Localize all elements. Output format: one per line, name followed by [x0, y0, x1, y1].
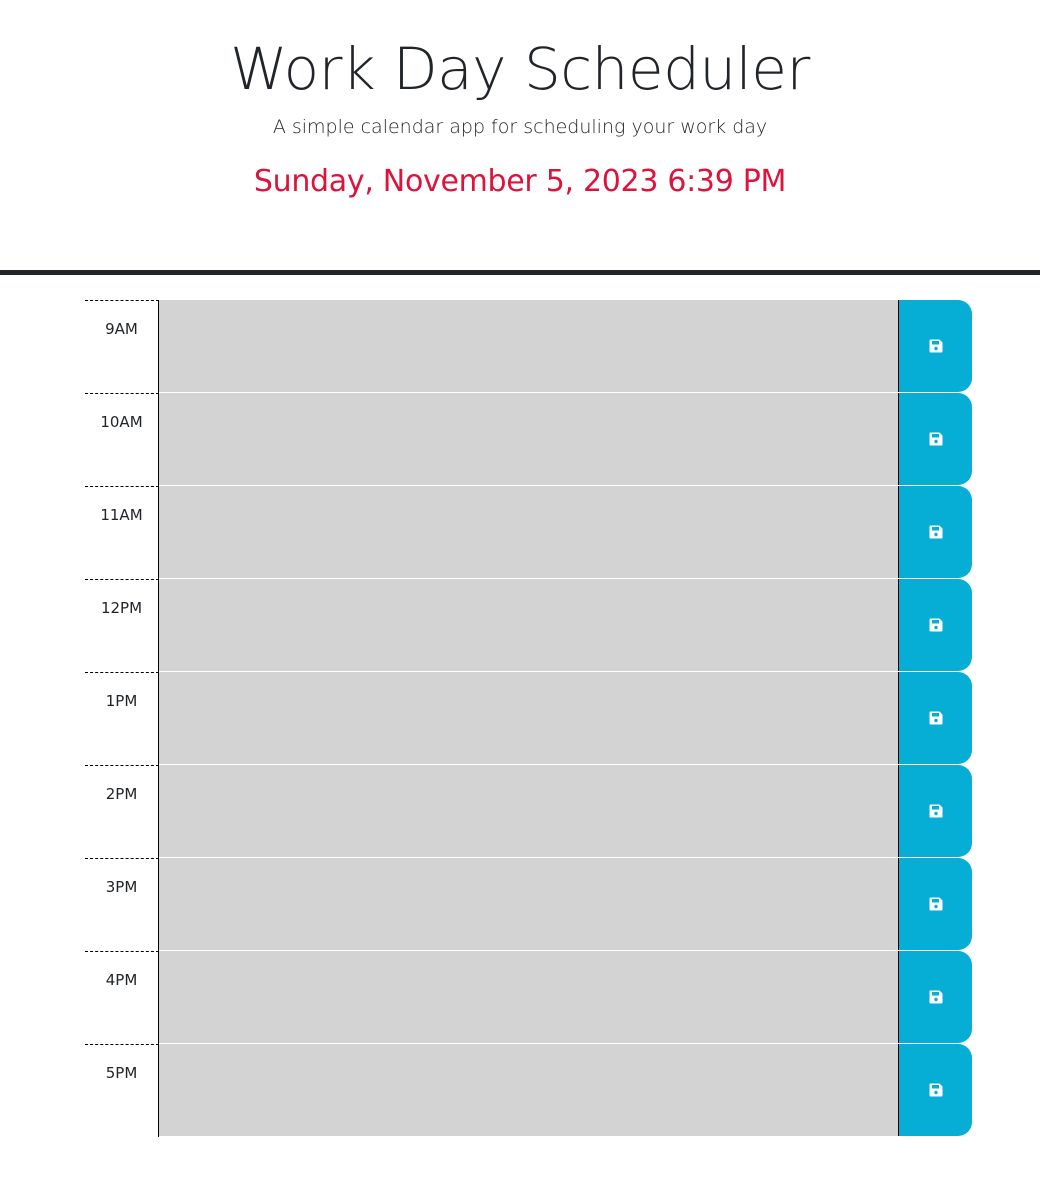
save-icon	[929, 432, 943, 446]
event-description-input[interactable]	[159, 951, 898, 1044]
event-description-input[interactable]	[159, 579, 898, 672]
event-description-input[interactable]	[159, 486, 898, 579]
time-block-4pm: 4PM	[85, 951, 973, 1044]
hour-label: 2PM	[85, 765, 159, 858]
save-button[interactable]	[898, 1044, 972, 1136]
hour-label: 12PM	[85, 579, 159, 672]
time-block-list: 9AM 10AM 11AM 12PM 1PM 2PM 3PM 4PM 5PM	[85, 300, 973, 1137]
event-description-input[interactable]	[159, 1044, 898, 1137]
event-description-input[interactable]	[159, 765, 898, 858]
time-block-2pm: 2PM	[85, 765, 973, 858]
hour-label: 5PM	[85, 1044, 159, 1137]
save-icon	[929, 339, 943, 353]
hour-label: 11AM	[85, 486, 159, 579]
save-icon	[929, 1083, 943, 1097]
page-subtitle: A simple calendar app for scheduling you…	[272, 116, 768, 138]
save-icon	[929, 990, 943, 1004]
time-block-10am: 10AM	[85, 393, 973, 486]
hour-label: 3PM	[85, 858, 159, 951]
hour-label: 9AM	[85, 300, 159, 393]
hour-label: 1PM	[85, 672, 159, 765]
save-icon	[929, 897, 943, 911]
time-block-11am: 11AM	[85, 486, 973, 579]
time-block-3pm: 3PM	[85, 858, 973, 951]
save-button[interactable]	[898, 858, 972, 950]
event-description-input[interactable]	[159, 300, 898, 393]
current-day: Sunday, November 5, 2023 6:39 PM	[253, 164, 787, 199]
time-block-12pm: 12PM	[85, 579, 973, 672]
header: Work Day Scheduler A simple calendar app…	[0, 0, 1040, 275]
save-button[interactable]	[898, 486, 972, 578]
hour-label: 4PM	[85, 951, 159, 1044]
save-icon	[929, 804, 943, 818]
save-button[interactable]	[898, 300, 972, 392]
time-block-9am: 9AM	[85, 300, 973, 393]
event-description-input[interactable]	[159, 858, 898, 951]
save-icon	[929, 711, 943, 725]
time-block-5pm: 5PM	[85, 1044, 973, 1137]
save-icon	[929, 525, 943, 539]
hour-label: 10AM	[85, 393, 159, 486]
event-description-input[interactable]	[159, 393, 898, 486]
save-button[interactable]	[898, 951, 972, 1043]
save-button[interactable]	[898, 765, 972, 857]
time-block-1pm: 1PM	[85, 672, 973, 765]
save-icon	[929, 618, 943, 632]
event-description-input[interactable]	[159, 672, 898, 765]
save-button[interactable]	[898, 393, 972, 485]
save-button[interactable]	[898, 579, 972, 671]
page-title: Work Day Scheduler	[230, 35, 810, 103]
save-button[interactable]	[898, 672, 972, 764]
